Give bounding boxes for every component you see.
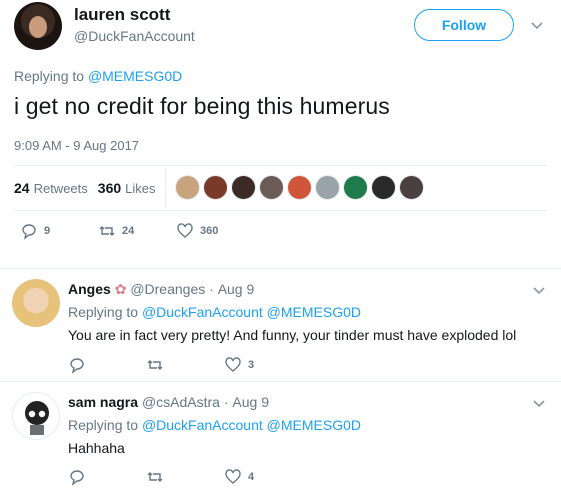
retweet-count: 24 <box>122 225 135 237</box>
reply-header: Anges ✿ @Dreanges · Aug 9 <box>68 281 254 298</box>
engagement-stats: 24 Retweets 360 Likes <box>14 180 166 196</box>
reply-actions: 4 <box>68 468 254 486</box>
reply-tweet[interactable]: sam nagra @csAdAstra · Aug 9 Replying to… <box>0 382 561 491</box>
divider <box>14 165 547 166</box>
separator: · <box>223 394 229 410</box>
replying-prefix: Replying to <box>14 68 85 84</box>
mention-link[interactable]: @DuckFanAccount @MEMESG0D <box>142 417 361 433</box>
retweet-button[interactable] <box>146 356 224 374</box>
mention-link[interactable]: @MEMESG0D <box>88 68 182 84</box>
chevron-down-icon[interactable] <box>530 394 548 412</box>
tweet-timestamp[interactable]: 9:09 AM - 9 Aug 2017 <box>14 138 139 153</box>
liker-avatar[interactable] <box>259 175 284 200</box>
user-handle[interactable]: @Dreanges <box>130 281 205 297</box>
avatar[interactable] <box>14 2 62 50</box>
replying-prefix: Replying to <box>68 304 139 320</box>
liker-avatar[interactable] <box>287 175 312 200</box>
separator: · <box>209 281 214 297</box>
main-tweet: lauren scott @DuckFanAccount Follow Repl… <box>0 0 561 268</box>
heart-icon <box>225 469 241 484</box>
reply-text: You are in fact very pretty! And funny, … <box>68 327 517 343</box>
tweet-actions: 9 24 360 <box>20 222 218 240</box>
liker-avatar[interactable] <box>175 175 200 200</box>
like-count: 4 <box>248 471 255 483</box>
replying-to: Replying to @DuckFanAccount @MEMESG0D <box>68 417 361 433</box>
heart-icon <box>225 357 241 372</box>
liker-avatar[interactable] <box>315 175 340 200</box>
liker-avatars <box>175 175 427 200</box>
emoji-icon: ✿ <box>114 281 127 297</box>
user-handle[interactable]: @csAdAstra <box>142 394 220 410</box>
reply-button[interactable] <box>68 356 146 374</box>
reply-text: Hahhaha <box>68 440 125 456</box>
liker-avatar[interactable] <box>231 175 256 200</box>
like-button[interactable]: 4 <box>224 468 254 486</box>
reply-button[interactable]: 9 <box>20 222 98 240</box>
retweet-icon <box>99 226 115 236</box>
display-name[interactable]: lauren scott <box>74 5 170 25</box>
user-handle[interactable]: @DuckFanAccount <box>74 28 195 44</box>
display-name[interactable]: Anges <box>68 281 111 297</box>
chevron-down-icon[interactable] <box>528 16 546 34</box>
like-count: 360 <box>200 225 219 237</box>
mention-link[interactable]: @DuckFanAccount @MEMESG0D <box>142 304 361 320</box>
reply-count: 9 <box>44 225 51 237</box>
retweet-button[interactable]: 24 <box>98 222 176 240</box>
reply-actions: 3 <box>68 356 254 374</box>
retweet-icon <box>147 472 163 482</box>
divider <box>165 168 166 208</box>
reply-icon <box>22 224 36 240</box>
like-button[interactable]: 360 <box>176 222 218 240</box>
reply-button[interactable] <box>68 468 146 486</box>
liker-avatar[interactable] <box>399 175 424 200</box>
replying-to: Replying to @DuckFanAccount @MEMESG0D <box>68 304 361 320</box>
reply-icon <box>70 358 84 374</box>
reply-tweet[interactable]: Anges ✿ @Dreanges · Aug 9 Replying to @D… <box>0 269 561 381</box>
likes-stat[interactable]: 360 Likes <box>98 180 156 196</box>
chevron-down-icon[interactable] <box>530 281 548 299</box>
liker-avatar[interactable] <box>371 175 396 200</box>
reply-icon <box>70 470 84 486</box>
follow-button[interactable]: Follow <box>414 9 514 41</box>
retweet-button[interactable] <box>146 468 224 486</box>
cartoon-avatar-icon <box>25 401 49 435</box>
reply-date[interactable]: Aug 9 <box>232 394 269 410</box>
display-name[interactable]: sam nagra <box>68 394 138 410</box>
reply-date[interactable]: Aug 9 <box>218 281 255 297</box>
retweets-stat[interactable]: 24 Retweets <box>14 180 88 196</box>
liker-avatar[interactable] <box>203 175 228 200</box>
liker-avatar[interactable] <box>343 175 368 200</box>
retweet-icon <box>147 360 163 370</box>
replying-to: Replying to @MEMESG0D <box>14 68 182 84</box>
like-button[interactable]: 3 <box>224 356 254 374</box>
avatar[interactable] <box>12 279 60 327</box>
heart-icon <box>177 223 193 238</box>
tweet-text: i get no credit for being this humerus <box>14 93 390 119</box>
avatar[interactable] <box>12 392 60 440</box>
reply-header: sam nagra @csAdAstra · Aug 9 <box>68 394 269 410</box>
divider <box>14 210 547 211</box>
replying-prefix: Replying to <box>68 417 139 433</box>
like-count: 3 <box>248 359 255 371</box>
